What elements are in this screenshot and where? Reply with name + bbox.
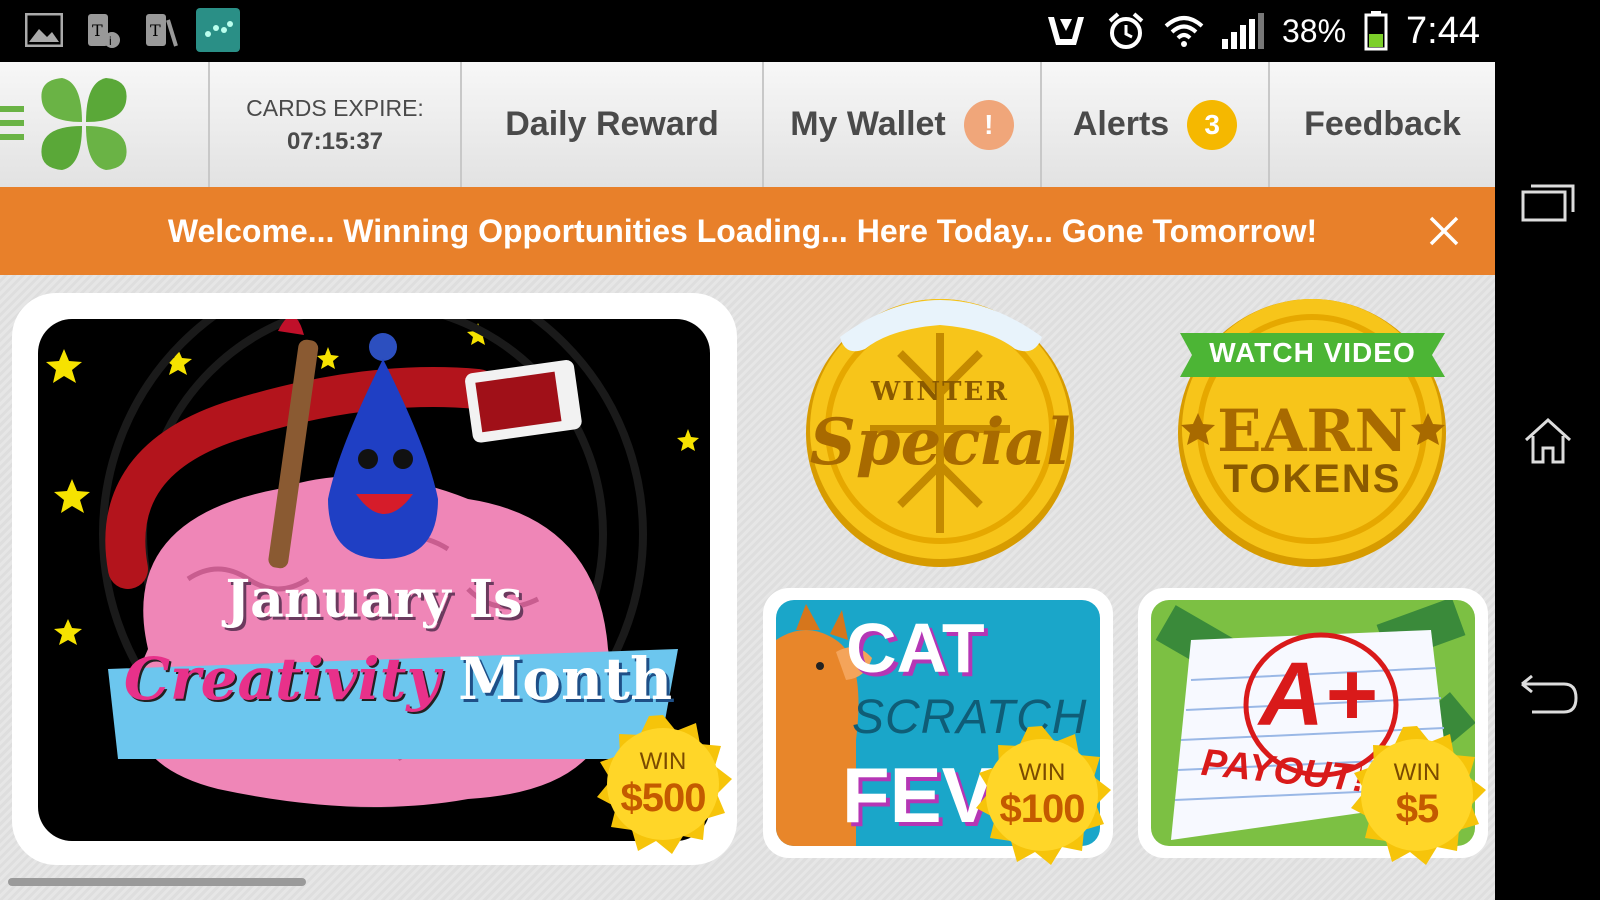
cards-expire-label: CARDS EXPIRE: [246,94,424,121]
clover-logo [41,78,127,170]
win-label: WIN [639,747,687,775]
status-bar: Ti T 38% 7:44 [0,0,1600,62]
win-label: WIN [1018,758,1066,786]
win-amount: $500 [620,775,707,820]
alerts-count-badge: 3 [1187,99,1238,150]
hamburger-icon[interactable] [0,106,24,148]
alerts-label: Alerts [1072,105,1170,143]
signal-icon [1221,13,1264,49]
creativity-word: Creativity [123,645,441,713]
fever-title: FEVER [842,751,992,839]
recent-apps-button[interactable] [1495,162,1600,242]
wifi-icon [1164,16,1204,47]
win-amount: $5 [1395,786,1439,831]
cat-title: CAT [846,609,985,687]
daily-reward-tab[interactable]: Daily Reward [460,62,762,187]
cat-scratch-fever-card[interactable]: CAT SCRATCH FEVER WIN$100 [763,588,1113,865]
month-word: Month [458,645,673,713]
watch-video-ribbon: WATCH VIDEO [1209,337,1416,368]
winter-label: WINTER [871,377,1009,407]
tmobile-tools-notification-icon: T [138,8,182,52]
feedback-label: Feedback [1304,105,1461,143]
win-100-seal: WIN $100 [971,724,1113,866]
home-button[interactable] [1495,400,1600,480]
cards-expire-timer: CARDS EXPIRE: 07:15:37 [208,62,460,187]
app-header: CARDS EXPIRE: 07:15:37 Daily Reward My W… [0,62,1495,187]
welcome-banner: Welcome... Winning Opportunities Loading… [0,187,1495,275]
creativity-month-card[interactable]: January Is Creativity Month WIN $500 [12,293,737,865]
card-title-line1: January Is [225,569,523,630]
app-window: CARDS EXPIRE: 07:15:37 Daily Reward My W… [0,62,1495,900]
card-title-line2: Creativity Month [118,639,678,719]
battery-percent: 38% [1281,12,1347,49]
horizontal-scrollbar[interactable] [8,878,306,886]
win-500-seal: WIN $500 [592,713,734,855]
cards-grid: January Is Creativity Month WIN $500 WINT… [0,275,1495,900]
feedback-tab[interactable]: Feedback [1268,62,1495,187]
watch-video-earn-tokens-card[interactable]: WATCH VIDEO EARN TOKENS [1170,293,1455,568]
a-plus-payout-card[interactable]: A+ PAYOUT! WIN $5 [1138,588,1488,865]
my-wallet-label: My Wallet [790,105,946,143]
system-navigation-bar [1495,62,1600,900]
battery-icon [1364,11,1388,51]
earn-label: EARN [1217,397,1408,465]
win-amount: $100 [999,786,1086,831]
download-icon [1047,17,1084,45]
daily-reward-label: Daily Reward [505,105,719,143]
recent-apps-icon [1521,184,1574,222]
svg-text:T: T [92,21,103,40]
alerts-tab[interactable]: Alerts 3 [1040,62,1268,187]
special-label: Special [809,405,1071,480]
app-notification-icon [196,8,240,52]
wallet-alert-badge: ! [963,99,1014,150]
winter-special-card[interactable]: WINTER Special [800,293,1080,568]
close-icon[interactable] [1427,214,1461,248]
win-label: WIN [1393,758,1441,786]
clock: 7:44 [1406,9,1480,52]
svg-text:i: i [109,34,112,48]
cards-expire-time: 07:15:37 [286,127,384,155]
alarm-icon [1108,12,1144,49]
win-5-seal: WIN $5 [1346,724,1488,866]
back-button[interactable] [1495,654,1600,734]
tokens-label: TOKENS [1223,457,1402,501]
my-wallet-tab[interactable]: My Wallet ! [762,62,1040,187]
gallery-notification-icon [22,8,66,52]
menu-logo-button[interactable] [0,62,208,187]
svg-text:T: T [150,21,161,40]
banner-message: Welcome... Winning Opportunities Loading… [167,212,1318,249]
back-icon [1520,674,1578,714]
home-icon [1524,417,1571,464]
tmobile-info-notification-icon: Ti [80,8,124,52]
